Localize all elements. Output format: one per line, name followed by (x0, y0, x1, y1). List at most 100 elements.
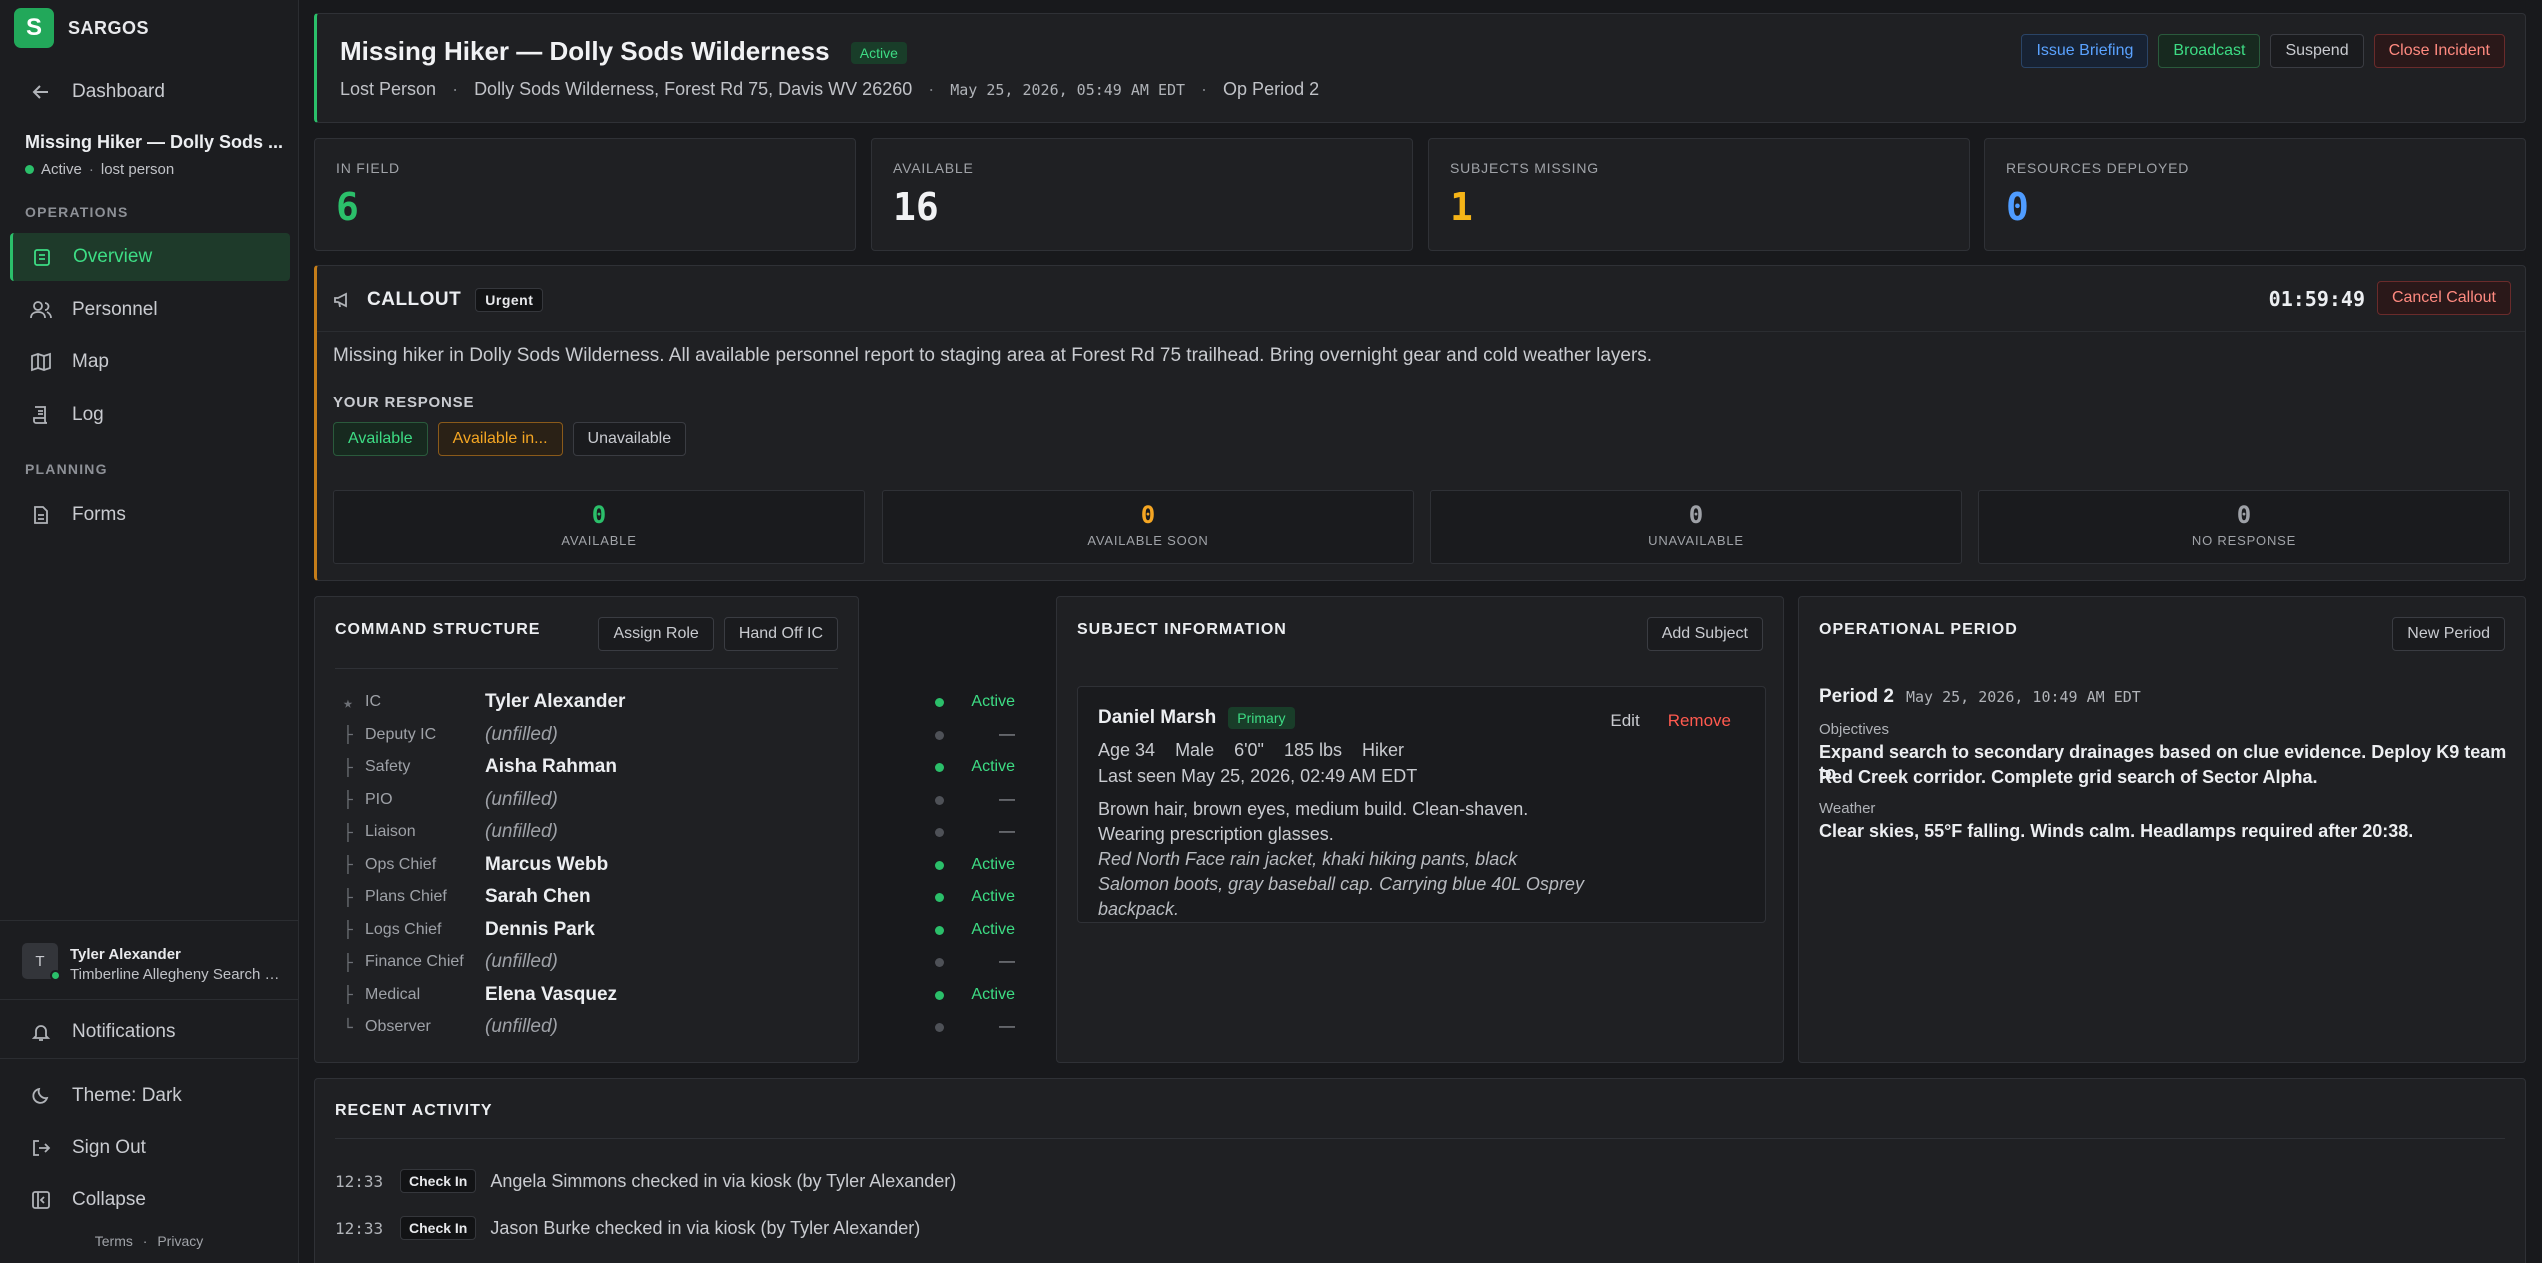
new-period-button[interactable]: New Period (2392, 617, 2505, 651)
page-title: Missing Hiker — Dolly Sods Wilderness Ac… (340, 36, 907, 67)
respond-unavailable-button[interactable]: Unavailable (572, 422, 687, 456)
header-actions: Issue Briefing Broadcast Suspend Close I… (2021, 34, 2505, 68)
status-dot-wrap (935, 691, 955, 713)
status-dot (935, 990, 944, 1000)
command-role-row[interactable]: ├ Medical Elena Vasquez Active (335, 979, 1035, 1011)
hand-off-ic-button[interactable]: Hand Off IC (723, 617, 838, 651)
objectives-line: Red Creek corridor. Complete grid search… (1819, 767, 2318, 787)
stat-in-field: IN FIELD 6 (314, 138, 856, 251)
command-role-row[interactable]: └ Observer (unfilled) — (335, 1011, 1035, 1043)
response-buttons: Available Available in... Unavailable (333, 422, 687, 456)
role-status: — (999, 725, 1015, 743)
notifications-link[interactable]: Notifications (10, 1008, 290, 1056)
scroll-log-icon (30, 404, 52, 426)
activity-time: 12:33 (335, 1218, 384, 1238)
suspend-button[interactable]: Suspend (2270, 34, 2364, 68)
role-assignee: Marcus Webb (485, 853, 609, 875)
terms-link[interactable]: Terms (95, 1233, 133, 1249)
subject-age: Age 34 (1098, 740, 1156, 760)
command-role-row[interactable]: ├ Liaison (unfilled) — (335, 816, 1035, 848)
theme-label: Theme: Dark (72, 1085, 182, 1106)
panel-actions: New Period (2392, 617, 2505, 651)
status-dot (25, 165, 34, 174)
status-dot-wrap (935, 1016, 955, 1038)
count-label: AVAILABLE SOON (1087, 533, 1209, 548)
count-value: 0 (2236, 501, 2252, 529)
stat-resources-deployed: RESOURCES DEPLOYED 0 (1984, 138, 2526, 251)
stat-subjects-missing: SUBJECTS MISSING 1 (1428, 138, 1970, 251)
operational-period-panel: OPERATIONAL PERIOD New Period Period 2 M… (1798, 596, 2526, 1063)
sidebar: S SARGOS Dashboard Missing Hiker — Dolly… (0, 0, 299, 1263)
tree-connector: ★ (343, 692, 353, 712)
remove-subject-button[interactable]: Remove (1668, 711, 1731, 731)
status-dot (935, 1023, 944, 1032)
stat-label: AVAILABLE (893, 160, 974, 176)
role-assignee: (unfilled) (485, 723, 558, 745)
incident-type: lost person (100, 161, 175, 178)
privacy-link[interactable]: Privacy (157, 1233, 203, 1249)
megaphone-icon (333, 290, 353, 310)
issue-briefing-button[interactable]: Issue Briefing (2021, 34, 2149, 68)
count-no-response: 0 NO RESPONSE (1978, 490, 2510, 564)
sidebar-item-personnel[interactable]: Personnel (10, 286, 290, 334)
subject-clothing-line: Salomon boots, gray baseball cap. Carryi… (1098, 874, 1584, 894)
assign-role-button[interactable]: Assign Role (598, 617, 714, 651)
sidebar-item-overview[interactable]: Overview (10, 233, 290, 281)
command-role-row[interactable]: ★ IC Tyler Alexander Active (335, 686, 1035, 718)
role-status: Active (971, 693, 1015, 710)
status-dot (935, 828, 944, 837)
divider (335, 668, 838, 669)
stat-label: RESOURCES DEPLOYED (2006, 160, 2190, 176)
sidebar-item-map[interactable]: Map (10, 338, 290, 386)
command-role-row[interactable]: ├ Finance Chief (unfilled) — (335, 946, 1035, 978)
edit-subject-button[interactable]: Edit (1610, 711, 1639, 731)
close-incident-button[interactable]: Close Incident (2373, 34, 2505, 68)
callout-message: Missing hiker in Dolly Sods Wilderness. … (333, 345, 1653, 366)
panel-title: COMMAND STRUCTURE (335, 621, 541, 638)
user-profile[interactable]: T Tyler Alexander Timberline Allegheny S… (0, 920, 298, 1000)
recent-activity-panel: RECENT ACTIVITY 12:33 Check In Angela Simm… (314, 1078, 2526, 1263)
tree-connector: ├ (343, 725, 353, 744)
command-role-row[interactable]: ├ Deputy IC (unfilled) — (335, 719, 1035, 751)
respond-available-in-button[interactable]: Available in... (437, 422, 563, 456)
subject-information-panel: SUBJECT INFORMATION Add Subject Daniel M… (1056, 596, 1784, 1063)
broadcast-button[interactable]: Broadcast (2158, 34, 2261, 68)
sidebar-item-label: Log (72, 404, 104, 425)
panel-actions: Assign Role Hand Off IC (598, 617, 838, 651)
role-label: Safety (365, 758, 411, 775)
collapse-sidebar-button[interactable]: Collapse (10, 1176, 290, 1224)
weather-label: Weather (1819, 800, 1876, 817)
add-subject-button[interactable]: Add Subject (1646, 617, 1763, 651)
sidebar-item-forms[interactable]: Forms (10, 491, 290, 539)
back-to-dashboard-link[interactable]: Dashboard (10, 68, 290, 116)
cancel-callout-button[interactable]: Cancel Callout (2376, 281, 2511, 315)
incident-header: Missing Hiker — Dolly Sods Wilderness Ac… (314, 13, 2526, 123)
sign-out-button[interactable]: Sign Out (10, 1124, 290, 1172)
panel-title: RECENT ACTIVITY (335, 1102, 493, 1119)
status-dot (935, 860, 944, 870)
app-logo[interactable]: S SARGOS (14, 8, 149, 48)
collapse-panel-icon (30, 1189, 52, 1211)
role-status: Active (971, 985, 1015, 1003)
sidebar-item-log[interactable]: Log (10, 391, 290, 439)
command-role-row[interactable]: ├ Logs Chief Dennis Park Active (335, 914, 1035, 946)
callout-title: CALLOUT Urgent (333, 288, 544, 312)
op-period-label: Op Period 2 (1223, 79, 1320, 99)
command-role-row[interactable]: ├ Ops Chief Marcus Webb Active (335, 849, 1035, 881)
role-label: PIO (365, 790, 393, 808)
callout-header: CALLOUT Urgent 01:59:49 Cancel Callout (317, 266, 2525, 332)
subject-height: 6'0" (1234, 740, 1264, 760)
role-status: Active (971, 855, 1015, 873)
role-assignee: Aisha Rahman (485, 756, 617, 777)
command-role-row[interactable]: ├ Plans Chief Sarah Chen Active (335, 881, 1035, 913)
command-role-row[interactable]: ├ Safety Aisha Rahman Active (335, 751, 1035, 783)
arrow-left-icon (30, 81, 52, 103)
section-operations: OPERATIONS (25, 204, 129, 220)
theme-toggle[interactable]: Theme: Dark (10, 1072, 290, 1120)
role-assignee: Elena Vasquez (485, 983, 618, 1005)
status-dot (935, 763, 944, 772)
respond-available-button[interactable]: Available (333, 422, 428, 456)
stat-value: 6 (336, 185, 359, 229)
status-dot-wrap (935, 984, 955, 1006)
command-role-row[interactable]: ├ PIO (unfilled) — (335, 784, 1035, 816)
